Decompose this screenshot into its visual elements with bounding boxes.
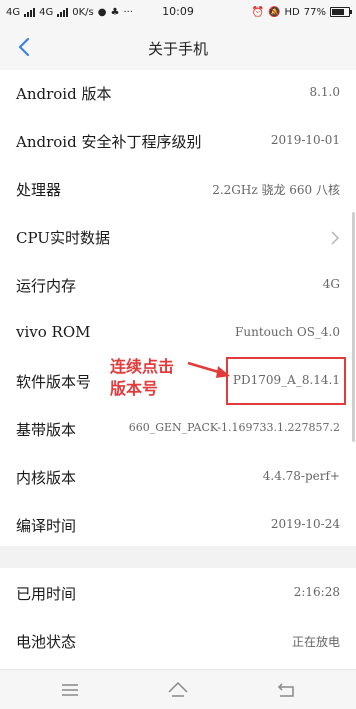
- row-value: Funtouch OS_4.0: [235, 325, 340, 339]
- row-uptime[interactable]: 已用时间 2:16:28: [0, 570, 356, 618]
- back-icon[interactable]: [274, 678, 298, 702]
- row-value: 4G: [322, 277, 340, 291]
- annotation-highlight-box: [226, 357, 346, 405]
- row-label: 基带版本: [16, 421, 77, 439]
- alarm-icon: ⏰: [251, 6, 265, 18]
- battery-percent: 77%: [303, 6, 326, 18]
- row-value: 2:16:28: [293, 585, 340, 599]
- status-left: 4G 4G 0K/s ● ♣ ···: [6, 7, 133, 18]
- row-label: 已用时间: [16, 585, 77, 603]
- page-title: 关于手机: [147, 40, 208, 58]
- menu-icon[interactable]: [58, 678, 82, 702]
- network-speed: 0K/s: [72, 6, 94, 18]
- row-value: 2019-10-24: [270, 517, 340, 531]
- row-kernel[interactable]: 内核版本 4.4.78-perf+: [0, 454, 356, 502]
- more-notifications: ···: [123, 6, 133, 18]
- row-label: 编译时间: [16, 517, 77, 535]
- row-security-patch[interactable]: Android 安全补丁程序级别 2019-10-01: [0, 118, 356, 166]
- row-baseband[interactable]: 基带版本 660_GEN_PACK-1.169733.1.227857.2: [0, 406, 356, 454]
- row-value: 660_GEN_PACK-1.169733.1.227857.2: [128, 421, 340, 434]
- scrollbar[interactable]: [352, 212, 355, 442]
- notification-icon: ●: [97, 6, 107, 18]
- row-label: 软件版本号: [16, 373, 92, 391]
- mute-icon: 🔕: [268, 6, 281, 18]
- status-bar: 4G 4G 0K/s ● ♣ ··· ⏰ 🔕 HD 77%: [0, 0, 356, 24]
- row-ram[interactable]: 运行内存 4G: [0, 262, 356, 310]
- row-label: Android 版本: [16, 85, 112, 103]
- row-value: 4.4.78-perf+: [262, 469, 340, 483]
- signal-icon: [24, 7, 36, 17]
- header-bar: 关于手机: [0, 24, 356, 70]
- row-battery-status[interactable]: 电池状态 正在放电: [0, 618, 356, 666]
- row-value: 正在放电: [291, 635, 340, 649]
- row-label: 内核版本: [16, 469, 77, 487]
- battery-icon: [330, 7, 352, 17]
- chevron-right-icon: [331, 231, 340, 245]
- row-label: CPU实时数据: [16, 229, 110, 247]
- row-label: 运行内存: [16, 277, 77, 295]
- row-label: 电池状态: [16, 633, 77, 651]
- row-build-time[interactable]: 编译时间 2019-10-24: [0, 502, 356, 550]
- network-label-1: 4G: [6, 6, 21, 18]
- annotation-line-1: 连续点击: [110, 357, 175, 376]
- hd-label: HD: [284, 6, 300, 18]
- row-label: Android 安全补丁程序级别: [16, 133, 202, 151]
- status-right: ⏰ 🔕 HD 77%: [251, 6, 352, 18]
- row-cpu-realtime[interactable]: CPU实时数据: [0, 214, 356, 262]
- row-label: 处理器: [16, 181, 62, 199]
- network-label-2: 4G: [39, 6, 54, 18]
- row-value: 8.1.0: [309, 85, 340, 99]
- row-processor[interactable]: 处理器 2.2GHz 骁龙 660 八核: [0, 166, 356, 214]
- row-android-version[interactable]: Android 版本 8.1.0: [0, 70, 356, 118]
- row-value: 2019-10-01: [270, 133, 340, 147]
- section-divider: [0, 546, 356, 568]
- app-icon: ♣: [110, 6, 120, 18]
- signal-icon-2: [57, 7, 69, 17]
- row-value: 2.2GHz 骁龙 660 八核: [212, 183, 340, 197]
- annotation-arrow-icon: [187, 361, 230, 378]
- navigation-bar: [0, 669, 356, 709]
- row-label: vivo ROM: [16, 323, 91, 341]
- home-icon[interactable]: [166, 678, 190, 702]
- annotation-line-2: 版本号: [110, 379, 159, 398]
- annotation-text: 连续点击 版本号: [110, 356, 180, 400]
- row-vivo-rom[interactable]: vivo ROM Funtouch OS_4.0: [0, 310, 356, 358]
